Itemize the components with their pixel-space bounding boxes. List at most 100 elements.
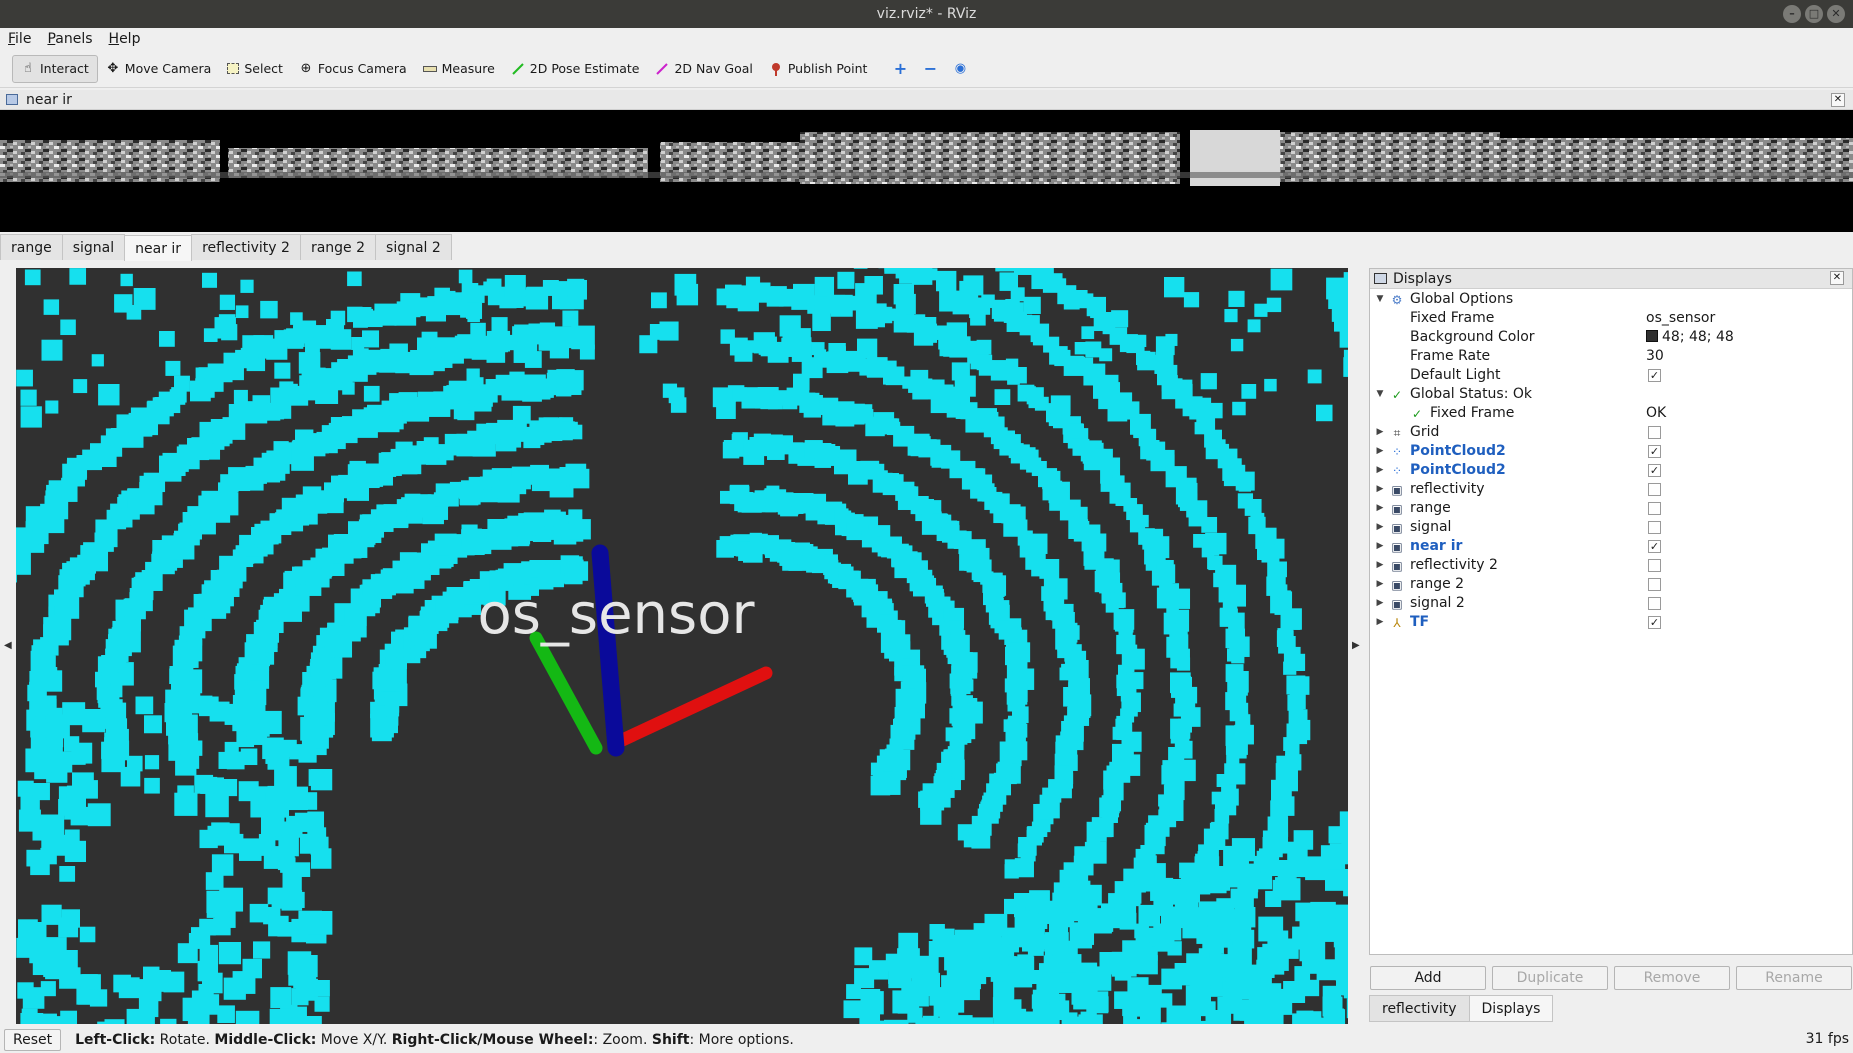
- expand-right-icon[interactable]: ▶: [1374, 480, 1386, 499]
- add-tool-button[interactable]: +: [885, 55, 915, 83]
- tree-row-status-fixed-frame[interactable]: ✓ Fixed Frame OK: [1370, 404, 1852, 423]
- expand-right-icon[interactable]: ▶: [1374, 556, 1386, 575]
- check-icon: ✓: [1411, 407, 1423, 421]
- tool-interact[interactable]: ☝ Interact: [12, 54, 98, 83]
- fixed-frame-value[interactable]: os_sensor: [1646, 309, 1715, 328]
- tree-row-display[interactable]: ▶ ▣ signal 2: [1370, 594, 1852, 613]
- minimize-button[interactable]: –: [1783, 5, 1801, 23]
- reset-button[interactable]: Reset: [4, 1028, 62, 1051]
- default-light-checkbox[interactable]: ✓: [1648, 369, 1661, 382]
- display-enable-checkbox[interactable]: [1648, 426, 1661, 439]
- expand-right-icon[interactable]: ▶: [1374, 423, 1386, 442]
- display-enable-checkbox[interactable]: [1648, 597, 1661, 610]
- tab-displays[interactable]: Displays: [1468, 995, 1554, 1022]
- maximize-button[interactable]: □: [1805, 5, 1823, 23]
- rename-button[interactable]: Rename: [1736, 966, 1852, 990]
- tree-row-global-status[interactable]: ▼ ✓ Global Status: Ok: [1370, 385, 1852, 404]
- image-icon: ▣: [1391, 540, 1403, 554]
- tree-row-display[interactable]: ▶ ▣ reflectivity 2: [1370, 556, 1852, 575]
- hint-key: Middle-Click:: [214, 1031, 317, 1048]
- tool-label: Interact: [40, 61, 89, 76]
- tool-focus-camera[interactable]: ⊕ Focus Camera: [291, 55, 415, 83]
- tab-reflectivity[interactable]: reflectivity: [1369, 995, 1470, 1022]
- tab-near-ir[interactable]: near ir: [124, 235, 193, 261]
- view-options-button[interactable]: ◉: [945, 55, 975, 83]
- tree-row-frame-rate[interactable]: Frame Rate 30: [1370, 347, 1852, 366]
- expand-right-icon[interactable]: ▶: [1374, 537, 1386, 556]
- display-enable-checkbox[interactable]: [1648, 559, 1661, 572]
- tab-signal-2[interactable]: signal 2: [375, 234, 452, 260]
- tree-row-display[interactable]: ▶ ⁘ PointCloud2 ✓: [1370, 442, 1852, 461]
- tab-range-2[interactable]: range 2: [299, 234, 377, 260]
- color-text: 48; 48; 48: [1662, 329, 1734, 345]
- expand-right-icon[interactable]: ▶: [1374, 499, 1386, 518]
- tree-row-display[interactable]: ▶ ▣ signal: [1370, 518, 1852, 537]
- select-icon: [227, 63, 240, 74]
- menu-file[interactable]: File: [8, 31, 31, 47]
- tree-row-display[interactable]: ▶ ▣ range: [1370, 499, 1852, 518]
- display-enable-checkbox[interactable]: ✓: [1648, 616, 1661, 629]
- close-button[interactable]: ✕: [1827, 5, 1845, 23]
- collapse-right-icon[interactable]: ▶: [1352, 640, 1360, 651]
- expand-right-icon[interactable]: ▶: [1374, 613, 1386, 632]
- expand-right-icon[interactable]: ▶: [1374, 442, 1386, 461]
- tree-row-display[interactable]: ▶ ▣ reflectivity: [1370, 480, 1852, 499]
- remove-button[interactable]: Remove: [1614, 966, 1730, 990]
- display-enable-checkbox[interactable]: [1648, 521, 1661, 534]
- tree-row-display[interactable]: ▶ ⌗ Grid: [1370, 423, 1852, 442]
- gear-icon: ⚙: [1391, 293, 1403, 307]
- bottom-tabs: reflectivity Displays: [1369, 995, 1554, 1022]
- remove-tool-button[interactable]: −: [915, 55, 945, 83]
- hint-text: : Zoom.: [593, 1031, 652, 1048]
- tool-select[interactable]: Select: [219, 55, 291, 83]
- tree-row-global-options[interactable]: ▼ ⚙ Global Options: [1370, 290, 1852, 309]
- tool-2d-pose-estimate[interactable]: 2D Pose Estimate: [503, 55, 648, 83]
- goal-arrow-icon: [656, 62, 669, 75]
- tab-signal[interactable]: signal: [61, 234, 126, 260]
- display-enable-checkbox[interactable]: ✓: [1648, 464, 1661, 477]
- tool-publish-point[interactable]: Publish Point: [761, 55, 876, 83]
- render-view-3d[interactable]: os_sensor: [16, 268, 1348, 1024]
- expand-down-icon[interactable]: ▼: [1374, 385, 1386, 404]
- image-icon: ▣: [1391, 521, 1403, 535]
- display-enable-checkbox[interactable]: [1648, 483, 1661, 496]
- duplicate-button[interactable]: Duplicate: [1492, 966, 1608, 990]
- frame-rate-value[interactable]: 30: [1646, 347, 1664, 366]
- image-icon: ▣: [1391, 597, 1403, 611]
- add-button[interactable]: Add: [1370, 966, 1486, 990]
- tree-row-display[interactable]: ▶ ▣ near ir ✓: [1370, 537, 1852, 556]
- tree-row-display[interactable]: ▶ ▣ range 2: [1370, 575, 1852, 594]
- close-icon[interactable]: ✕: [1831, 93, 1845, 107]
- tree-row-default-light[interactable]: Default Light ✓: [1370, 366, 1852, 385]
- image-tabs: range signal near ir reflectivity 2 rang…: [0, 234, 452, 261]
- tool-2d-nav-goal[interactable]: 2D Nav Goal: [647, 55, 760, 83]
- expand-right-icon[interactable]: ▶: [1374, 518, 1386, 537]
- menu-panels[interactable]: Panels: [47, 31, 92, 47]
- background-color-value[interactable]: 48; 48; 48: [1646, 328, 1734, 347]
- hint-text: : More options.: [689, 1031, 794, 1048]
- tree-row-display[interactable]: ▶ ⅄ TF ✓: [1370, 613, 1852, 632]
- tab-range[interactable]: range: [0, 234, 63, 260]
- tab-reflectivity-2[interactable]: reflectivity 2: [191, 234, 301, 260]
- tree-label: Fixed Frame: [1410, 310, 1495, 326]
- expand-right-icon[interactable]: ▶: [1374, 594, 1386, 613]
- tree-label: Default Light: [1410, 367, 1501, 383]
- expand-right-icon[interactable]: ▶: [1374, 461, 1386, 480]
- point-cloud-icon: ⁘: [1391, 445, 1403, 459]
- expand-right-icon[interactable]: ▶: [1374, 575, 1386, 594]
- expand-down-icon[interactable]: ▼: [1374, 290, 1386, 309]
- tree-row-background-color[interactable]: Background Color 48; 48; 48: [1370, 328, 1852, 347]
- display-enable-checkbox[interactable]: [1648, 502, 1661, 515]
- tree-row-fixed-frame[interactable]: Fixed Frame os_sensor: [1370, 309, 1852, 328]
- tool-move-camera[interactable]: ✥ Move Camera: [98, 55, 220, 83]
- tool-measure[interactable]: Measure: [415, 55, 503, 83]
- menu-help[interactable]: Help: [109, 31, 141, 47]
- near-ir-image: [0, 110, 1853, 232]
- close-icon[interactable]: ✕: [1830, 271, 1844, 285]
- collapse-left-icon[interactable]: ◀: [4, 640, 12, 651]
- color-swatch: [1646, 330, 1658, 342]
- tree-row-display[interactable]: ▶ ⁘ PointCloud2 ✓: [1370, 461, 1852, 480]
- display-enable-checkbox[interactable]: [1648, 578, 1661, 591]
- display-enable-checkbox[interactable]: ✓: [1648, 540, 1661, 553]
- display-enable-checkbox[interactable]: ✓: [1648, 445, 1661, 458]
